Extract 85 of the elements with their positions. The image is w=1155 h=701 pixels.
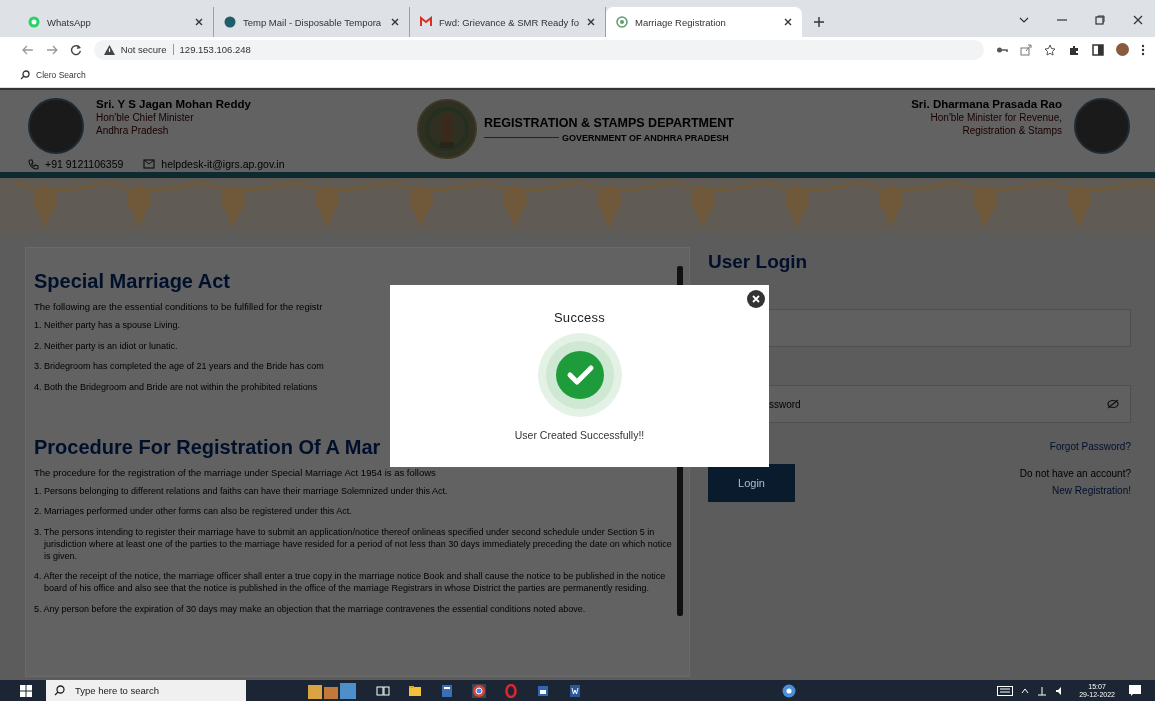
circle-icon (224, 16, 236, 28)
person-title: Registration & Stamps (962, 125, 1062, 136)
keyboard-icon[interactable] (997, 685, 1014, 696)
chevron-down-icon[interactable] (1019, 15, 1029, 25)
avatar[interactable] (1116, 43, 1129, 56)
security-label: Not secure (120, 44, 174, 55)
reload-icon[interactable] (69, 43, 82, 56)
browser-icon[interactable] (472, 683, 486, 698)
warning-icon (103, 44, 115, 55)
list-item: 3. The persons intending to register their marriage have to submit an application/notice thereof onlineas specified under second schedule under Section 5 in jurisdiction where at least one of the parties to the marriage have resided for a period of not less than 30 days immediately preceding the date on which notice is given. (34, 527, 673, 563)
window-icon[interactable] (536, 683, 550, 698)
person-name: Sri. Y S Jagan Mohan Reddy (96, 98, 251, 110)
eye-slash-icon[interactable] (1107, 399, 1119, 409)
search-icon (54, 685, 65, 696)
dialog-title: Success (553, 310, 606, 325)
list-item: 3. Bridegroom has completed the age of 21 years and the Bride has com (34, 361, 324, 374)
success-check-icon (537, 333, 622, 417)
taskbar-search-field[interactable]: Type here to search (46, 680, 246, 701)
close-icon[interactable] (391, 18, 399, 26)
sidebar-icon[interactable] (1092, 43, 1104, 56)
notification-icon[interactable] (1129, 685, 1141, 696)
email-address: helpdesk-it@igrs.ap.gov.in (161, 158, 285, 170)
person-title: Andhra Pradesh (96, 125, 170, 136)
list-item: 2. Marriages performed under other forms can also be registered under this Act. (34, 506, 352, 519)
address-bar[interactable]: Not secure 129.153.106.248 (93, 39, 984, 60)
ring-icon[interactable] (504, 683, 518, 698)
bookmark-link[interactable]: Clero Search (20, 69, 86, 80)
restore-icon[interactable] (1095, 15, 1105, 25)
section-heading: Procedure For Registration Of A Mar (34, 435, 381, 459)
search-placeholder: Type here to search (75, 685, 159, 696)
calculator-icon[interactable] (440, 683, 454, 698)
chat-icon (28, 16, 40, 28)
login-title: User Login (708, 251, 809, 273)
list-item: 1. Persons belonging to different relations and faiths can have their marriage Solemnized under this Act. (34, 485, 448, 498)
login-button[interactable]: Login (708, 464, 795, 502)
share-icon[interactable] (1020, 43, 1032, 56)
tab-title: Fwd: Grievance & SMR Ready fo (439, 16, 580, 28)
section-intro: The procedure for the registration of the marriage under Special Marriage Act 1954 is as follows (34, 466, 436, 478)
network-icon[interactable] (1037, 685, 1048, 696)
tab-title: Marriage Registration (635, 16, 727, 28)
task-view-icon[interactable] (376, 683, 390, 698)
url-text: 129.153.106.248 (179, 44, 251, 55)
search-icon (20, 69, 30, 80)
tab-title: Temp Mail - Disposable Tempora (243, 16, 383, 28)
list-item: 1. Neither party has a spouse Living. (34, 320, 181, 332)
globe-icon (616, 16, 628, 28)
list-item: 2. Neither party is an idiot or lunatic. (34, 340, 178, 353)
person-title: Hon'ble Chief Minister (96, 112, 195, 123)
tab-title: WhatsApp (47, 16, 92, 28)
caret-up-icon[interactable] (1021, 687, 1030, 694)
department-title: REGISTRATION & STAMPS DEPARTMENT (484, 115, 734, 130)
person-name: Sri. Dharmana Prasada Rao (911, 98, 1062, 110)
folder-icon[interactable] (408, 683, 422, 698)
dialog-message: User Created Successfully!! (514, 429, 645, 441)
forward-arrow-icon[interactable] (45, 43, 58, 56)
close-icon[interactable] (1133, 15, 1143, 25)
person-title: Hon'ble Minister for Revenue, (930, 112, 1062, 123)
section-heading: Special Marriage Act (34, 270, 230, 293)
plus-icon[interactable] (814, 17, 824, 27)
emblem-drawing (416, 98, 478, 160)
person-photo-placeholder (1074, 98, 1130, 154)
browser-tab[interactable]: Marriage Registration (606, 7, 802, 37)
close-icon[interactable] (747, 290, 765, 308)
town-illustration-icon (306, 680, 358, 701)
list-item: 5. Any person before the expiration of 30 days may make an objection that the marriage contravenes the essential conditions noted above. (34, 603, 586, 616)
list-item: 4. After the receipt of the notice, the marriage officer shall enter a true copy in the marriage notice Book and shall cause the notice to be published in the notice board of his office and also see that the notice is published in the office of the marriage Registrars in whose District the parties are permanently residing. (34, 571, 667, 595)
department-subtitle: GOVERNMENT OF ANDHRA PRADESH (562, 132, 729, 143)
close-icon[interactable] (784, 18, 792, 26)
mail-icon (420, 16, 432, 28)
no-account-text: Do not have an account? (1019, 468, 1131, 479)
list-item: 4. Both the Bridegroom and Bride are not within the prohibited relations (34, 382, 318, 394)
envelope-icon (143, 159, 156, 169)
phone-icon (28, 158, 39, 170)
back-arrow-icon[interactable] (22, 43, 34, 56)
windows-start-icon[interactable] (20, 684, 32, 697)
phone-number: +91 9121106359 (45, 158, 124, 170)
close-icon[interactable] (195, 18, 203, 26)
person-photo-placeholder (28, 98, 84, 154)
more-icon[interactable] (1141, 43, 1145, 56)
section-intro: The following are the essential conditions to be fulfilled for the registr (34, 301, 323, 312)
close-icon[interactable] (587, 18, 595, 26)
star-icon[interactable] (1044, 43, 1056, 56)
puzzle-icon[interactable] (1068, 43, 1080, 56)
document-icon[interactable] (568, 683, 582, 698)
help-icon[interactable] (782, 683, 796, 698)
